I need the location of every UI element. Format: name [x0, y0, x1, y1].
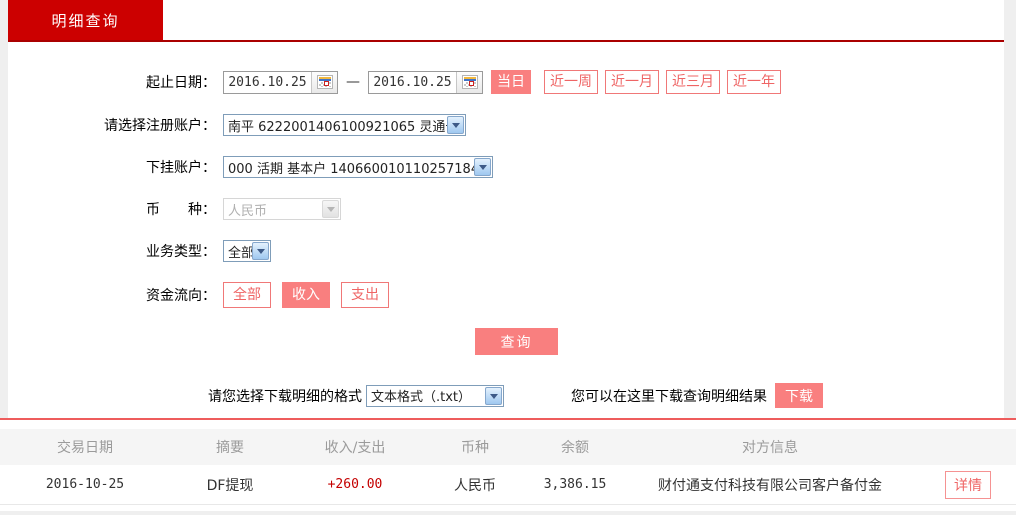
chevron-down-icon	[447, 116, 464, 134]
end-date-field[interactable]	[368, 70, 483, 94]
register-account-select[interactable]: 南平 6222001406100921065 灵通卡	[223, 114, 466, 136]
sub-account-label: 下挂账户：	[146, 160, 216, 176]
chevron-down-icon	[485, 386, 502, 405]
flow-income-button[interactable]: 收入	[282, 282, 330, 308]
chevron-down-icon	[322, 200, 339, 218]
row-amount: +260.00	[327, 477, 383, 492]
business-type-value: 全部	[228, 245, 252, 261]
sub-account-select[interactable]: 000 活期 基本户 1406600101102571848	[223, 156, 493, 178]
chevron-down-icon	[252, 242, 269, 260]
table-header-row: 交易日期 摘要 收入/支出 币种 余额 对方信息	[0, 429, 1016, 465]
register-account-label: 请选择注册账户：	[104, 118, 216, 134]
date-range-separator: —	[346, 74, 360, 90]
range-today-button[interactable]: 当日	[491, 70, 531, 94]
currency-value: 人民币	[228, 203, 268, 219]
table-row: 2016-10-25 DF提现 +260.00 人民币 3,386.15 财付通…	[0, 465, 1016, 505]
row-balance: 3,386.15	[543, 477, 607, 492]
calendar-icon	[461, 75, 478, 89]
flow-all-button[interactable]: 全部	[223, 282, 271, 308]
end-date-input[interactable]	[369, 71, 456, 93]
header-amount: 收入/支出	[324, 440, 386, 456]
header-summary: 摘要	[216, 440, 244, 456]
row-counterparty: 财付通支付科技有限公司客户备付金	[658, 477, 882, 494]
header-balance: 余额	[561, 440, 589, 456]
row-actions: 详情	[920, 470, 1016, 499]
row-summary: DF提现	[206, 477, 254, 494]
tab-bar: 明细查询	[8, 0, 1004, 42]
business-type-select[interactable]: 全部	[223, 240, 271, 262]
currency-label: 币 种：	[146, 202, 216, 218]
query-form: 起止日期： — 当日 近一周 近一月 近三月 近	[8, 42, 1004, 418]
query-panel: 明细查询 起止日期： — 当日	[8, 0, 1004, 418]
start-date-field[interactable]	[223, 70, 338, 94]
detail-button[interactable]: 详情	[945, 470, 991, 499]
page: 明细查询 起止日期： — 当日	[0, 0, 1016, 511]
register-account-value: 南平 6222001406100921065 灵通卡	[228, 119, 447, 135]
download-format-value: 文本格式（.txt）	[371, 390, 472, 405]
currency-row: 币 种： 人民币	[8, 198, 1004, 220]
query-button[interactable]: 查询	[475, 328, 558, 355]
header-currency: 币种	[461, 440, 489, 456]
range-month-button[interactable]: 近一月	[605, 70, 659, 94]
business-type-label: 业务类型：	[146, 244, 216, 260]
fund-flow-row: 资金流向： 全部 收入 支出	[8, 282, 1004, 308]
range-quarter-button[interactable]: 近三月	[666, 70, 720, 94]
download-format-label: 请您选择下载明细的格式	[208, 388, 362, 405]
row-currency: 人民币	[454, 477, 496, 494]
chevron-down-icon	[474, 158, 491, 176]
business-type-row: 业务类型： 全部	[8, 240, 1004, 262]
range-week-button[interactable]: 近一周	[544, 70, 598, 94]
start-date-calendar-button[interactable]	[311, 71, 337, 93]
fund-flow-label: 资金流向：	[146, 288, 216, 304]
sub-account-value: 000 活期 基本户 1406600101102571848	[228, 161, 474, 177]
start-date-input[interactable]	[224, 71, 311, 93]
date-range-label: 起止日期：	[146, 75, 216, 91]
download-hint: 您可以在这里下载查询明细结果	[571, 388, 767, 405]
end-date-calendar-button[interactable]	[456, 71, 482, 93]
download-format-select[interactable]: 文本格式（.txt）	[366, 384, 504, 407]
sub-account-row: 下挂账户： 000 活期 基本户 1406600101102571848	[8, 156, 1004, 178]
tab-detail-query[interactable]: 明细查询	[8, 0, 163, 40]
range-year-button[interactable]: 近一年	[727, 70, 781, 94]
download-row: 请您选择下载明细的格式 文本格式（.txt） 您可以在这里下载查询明细结果 下载	[8, 383, 1004, 408]
calendar-icon	[316, 75, 333, 89]
flow-expense-button[interactable]: 支出	[341, 282, 389, 308]
currency-select: 人民币	[223, 198, 341, 220]
header-date: 交易日期	[57, 440, 113, 456]
result-table: 交易日期 摘要 收入/支出 币种 余额 对方信息 2016-10-25 DF提现…	[0, 418, 1016, 511]
register-account-row: 请选择注册账户： 南平 6222001406100921065 灵通卡	[8, 114, 1004, 136]
download-button[interactable]: 下载	[775, 383, 823, 408]
header-counterparty: 对方信息	[742, 440, 798, 456]
date-range-row: 起止日期： — 当日 近一周 近一月 近三月 近	[8, 70, 1004, 94]
query-button-row: 查询	[8, 328, 1004, 355]
row-date: 2016-10-25	[45, 477, 125, 492]
